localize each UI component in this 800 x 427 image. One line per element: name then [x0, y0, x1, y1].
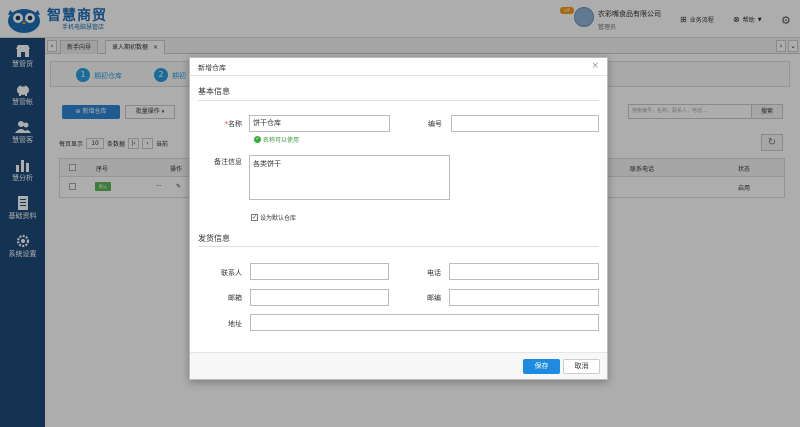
name-field[interactable]: 饼干仓库: [249, 115, 390, 132]
modal-title: 新增仓库: [198, 64, 226, 72]
contact-field[interactable]: [250, 263, 389, 280]
remark-label: 备注信息: [214, 158, 242, 166]
zip-label: 邮编: [427, 294, 441, 302]
check-circle-icon: ✓: [254, 136, 261, 143]
name-label-text: 名称: [228, 120, 242, 128]
default-warehouse-checkbox[interactable]: ✓: [251, 214, 258, 221]
address-field[interactable]: [250, 314, 599, 331]
zip-field[interactable]: [449, 289, 599, 306]
section-divider: [198, 100, 599, 101]
name-valid-hint: ✓ 名称可以使用: [254, 135, 299, 144]
default-warehouse-row[interactable]: ✓ 设为默认仓库: [251, 213, 296, 222]
save-button[interactable]: 保存: [523, 359, 560, 374]
email-field[interactable]: [250, 289, 389, 306]
basic-info-title: 基本信息: [198, 87, 230, 96]
code-field[interactable]: [451, 115, 599, 132]
cancel-button[interactable]: 取消: [563, 359, 600, 374]
shipping-info-title: 发货信息: [198, 234, 230, 243]
phone-label: 电话: [427, 269, 441, 277]
address-label: 地址: [228, 320, 242, 328]
email-label: 邮箱: [228, 294, 242, 302]
code-label: 编号: [428, 120, 442, 128]
modal-footer: 保存 取消: [190, 352, 607, 379]
section-divider: [198, 246, 599, 247]
add-warehouse-modal: 新增仓库 × 基本信息 *名称 饼干仓库 ✓ 名称可以使用 编号 备注信息 各类…: [189, 57, 608, 380]
close-icon[interactable]: ×: [591, 61, 599, 71]
default-warehouse-label: 设为默认仓库: [260, 215, 297, 222]
remark-textarea[interactable]: 各类饼干: [249, 155, 450, 200]
name-label: *名称: [208, 119, 243, 129]
contact-label: 联系人: [221, 269, 242, 277]
name-valid-text: 名称可以使用: [263, 137, 300, 144]
phone-field[interactable]: [449, 263, 599, 280]
modal-header: 新增仓库 ×: [190, 58, 607, 76]
